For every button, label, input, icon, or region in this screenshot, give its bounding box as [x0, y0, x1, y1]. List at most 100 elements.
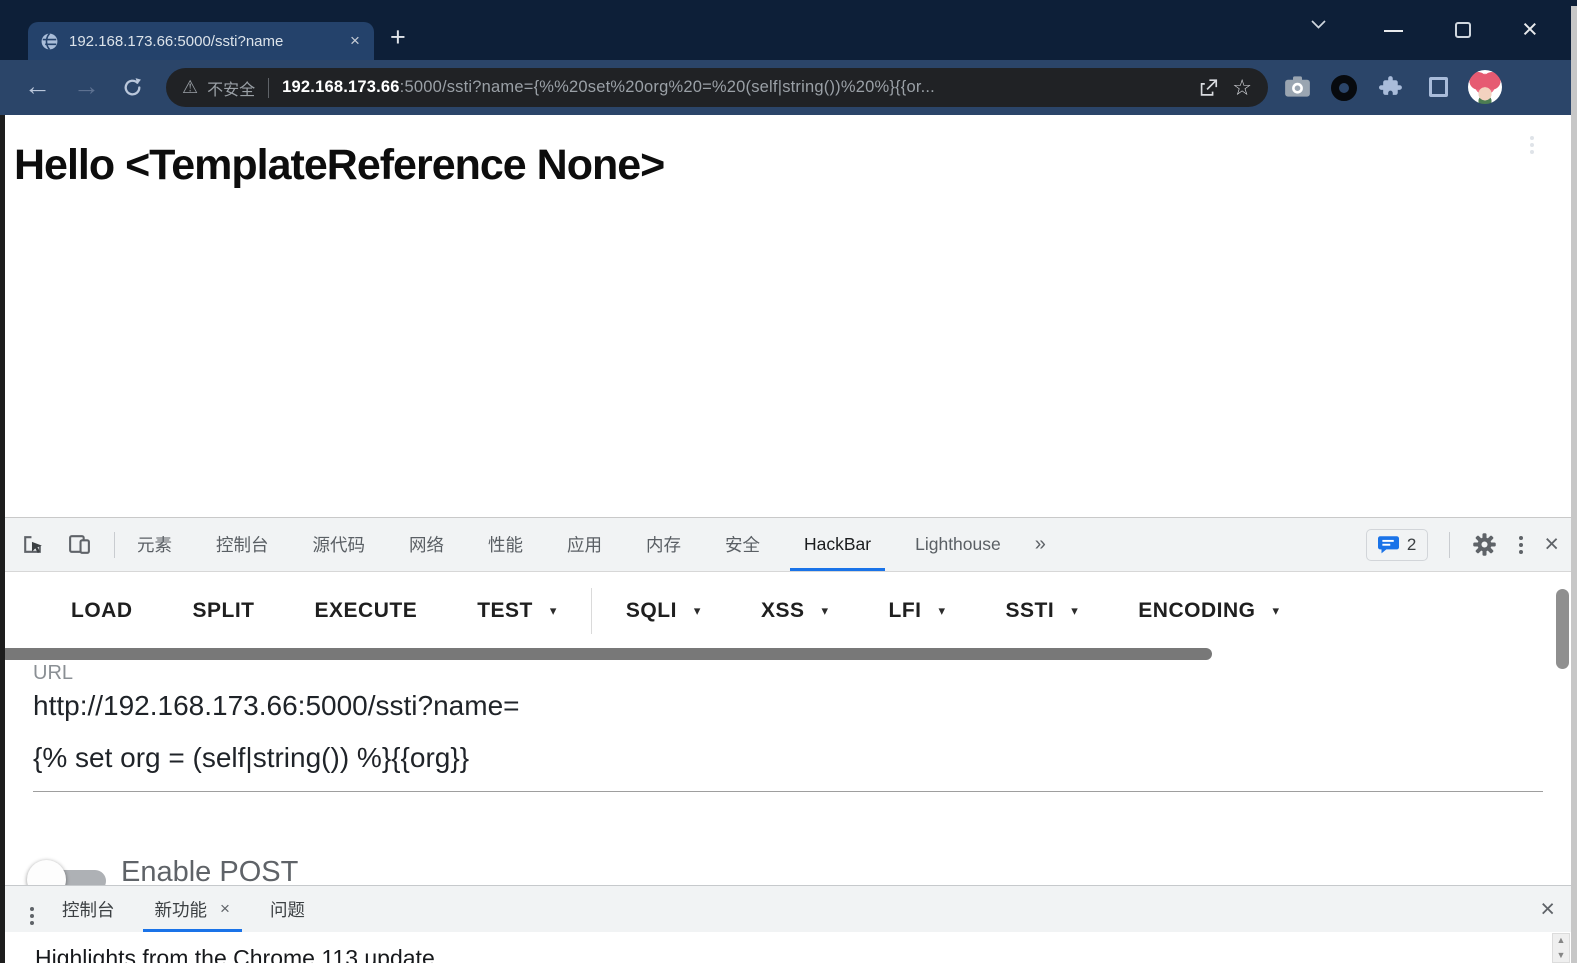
issues-counter-button[interactable]: 2 [1366, 529, 1428, 561]
hackbar-load-button[interactable]: LOAD [41, 573, 163, 648]
horizontal-scrollbar-thumb[interactable] [0, 648, 1212, 660]
chevron-down-icon: ▾ [939, 603, 946, 619]
window-close-button[interactable]: × [1522, 12, 1538, 46]
tab-title: 192.168.173.66:5000/ssti?name [69, 33, 340, 50]
page-heading: Hello <TemplateReference None> [14, 141, 1577, 190]
hackbar-ssti-label: SSTI [1006, 599, 1055, 623]
devtools-drawer-tab-bar: 控制台 新功能 × 问题 × [0, 885, 1577, 932]
devtools-tab-application[interactable]: 应用 [545, 518, 624, 571]
tab-search-chevron-icon[interactable] [1310, 19, 1327, 30]
vertical-scrollbar-thumb[interactable] [1556, 589, 1569, 669]
devtools-close-icon[interactable]: × [1544, 532, 1559, 557]
forward-button[interactable]: → [73, 71, 100, 102]
drawer-tab-whats-new-label: 新功能 [155, 897, 208, 922]
devtools-tab-performance[interactable]: 性能 [466, 518, 545, 571]
drawer-close-icon[interactable]: × [1540, 897, 1555, 922]
hackbar-encoding-dropdown[interactable]: ENCODING ▾ [1108, 573, 1309, 648]
security-label[interactable]: 不安全 [207, 76, 255, 100]
dark-mode-extension-icon[interactable] [1331, 75, 1357, 101]
chevron-down-icon: ▾ [1071, 603, 1078, 619]
back-button[interactable]: ← [24, 71, 51, 102]
background-window-edge-right [1571, 6, 1577, 963]
chevron-down-icon: ▾ [1272, 603, 1279, 619]
drawer-tab-whats-new[interactable]: 新功能 × [135, 886, 250, 932]
hackbar-panel-body: URL http://192.168.173.66:5000/ssti?name… [5, 661, 1571, 885]
window-maximize-button[interactable] [1455, 22, 1471, 38]
globe-favicon-icon [40, 32, 59, 51]
hackbar-test-dropdown[interactable]: TEST ▾ [447, 573, 587, 648]
extensions-puzzle-icon[interactable] [1379, 74, 1404, 99]
scroll-down-icon[interactable]: ▼ [1557, 951, 1566, 960]
web-page-content: Hello <TemplateReference None> [0, 115, 1577, 517]
reload-button[interactable] [121, 76, 144, 99]
new-tab-button[interactable]: + [390, 22, 406, 53]
drawer-menu-kebab-icon[interactable] [30, 907, 34, 911]
address-bar[interactable]: ⚠ 不安全 192.168.173.66:5000/ssti?name={%%2… [166, 68, 1268, 107]
browser-tab[interactable]: 192.168.173.66:5000/ssti?name × [28, 22, 374, 60]
devtools-tab-hackbar[interactable]: HackBar [782, 518, 893, 571]
side-panel-icon[interactable] [1429, 77, 1448, 97]
enable-post-label: Enable POST [121, 856, 298, 885]
window-minimize-button[interactable] [1384, 30, 1403, 32]
scroll-up-icon[interactable]: ▲ [1557, 936, 1566, 945]
devtools-tab-elements[interactable]: 元素 [115, 518, 194, 571]
drawer-scrollbar[interactable]: ▲ ▼ [1552, 933, 1570, 963]
devtools-tab-network[interactable]: 网络 [387, 518, 466, 571]
devtools-tab-security[interactable]: 安全 [703, 518, 782, 571]
devtools-tab-bar: 元素 控制台 源代码 网络 性能 应用 内存 安全 HackBar Lighth… [0, 517, 1577, 572]
whats-new-heading: Highlights from the Chrome 113 update [35, 945, 435, 963]
url-path: :5000/ssti?name={%%20set%20org%20=%20(se… [400, 78, 935, 96]
screenshot-extension-icon[interactable] [1284, 75, 1311, 98]
devtools-menu-kebab-icon[interactable] [1519, 536, 1523, 540]
device-toolbar-icon[interactable] [67, 532, 92, 557]
issues-count: 2 [1407, 535, 1416, 555]
background-window-edge-left [0, 115, 5, 963]
hackbar-sqli-dropdown[interactable]: SQLI ▾ [596, 573, 731, 648]
profile-avatar[interactable] [1468, 70, 1502, 104]
hackbar-execute-button[interactable]: EXECUTE [285, 573, 448, 648]
drawer-tab-issues[interactable]: 问题 [250, 886, 325, 932]
bookmark-star-icon[interactable]: ☆ [1232, 75, 1252, 101]
hackbar-toolbar: LOAD SPLIT EXECUTE TEST ▾ SQLI ▾ XSS ▾ L… [5, 573, 1571, 648]
drawer-tab-console[interactable]: 控制台 [42, 886, 135, 932]
omnibox-separator [268, 78, 269, 98]
inspect-element-icon[interactable] [20, 532, 45, 557]
security-warning-icon: ⚠ [182, 77, 198, 98]
hackbar-lfi-label: LFI [889, 599, 922, 623]
issues-bubble-icon [1378, 536, 1399, 554]
hackbar-sqli-label: SQLI [626, 599, 677, 623]
hackbar-separator [591, 588, 592, 634]
browser-tab-strip: 192.168.173.66:5000/ssti?name × + × [0, 0, 1577, 60]
share-icon[interactable] [1197, 77, 1219, 99]
url-field-label: URL [33, 662, 73, 685]
url-host: 192.168.173.66 [282, 78, 400, 96]
url-field-line1[interactable]: http://192.168.173.66:5000/ssti?name= [33, 690, 520, 722]
chevron-down-icon: ▾ [694, 603, 701, 619]
url-field-line2[interactable]: {% set org = (self|string()) %}{{org}} [33, 742, 469, 774]
drawer-tab-close-icon[interactable]: × [220, 899, 230, 919]
browser-toolbar: ← → ⚠ 不安全 192.168.173.66:5000/ssti?name=… [0, 60, 1577, 115]
devtools-tab-lighthouse[interactable]: Lighthouse [893, 518, 1023, 571]
enable-post-toggle-knob[interactable] [27, 860, 66, 885]
devtools-separator [1449, 532, 1450, 558]
chevron-down-icon: ▾ [550, 603, 557, 619]
devtools-tab-sources[interactable]: 源代码 [291, 518, 388, 571]
devtools-tab-memory[interactable]: 内存 [624, 518, 703, 571]
devtools-settings-gear-icon[interactable] [1471, 531, 1498, 558]
devtools-tab-console[interactable]: 控制台 [194, 518, 291, 571]
browser-window: 192.168.173.66:5000/ssti?name × + × ← → … [0, 0, 1577, 963]
drawer-content: Highlights from the Chrome 113 update [5, 932, 1552, 963]
url-text[interactable]: 192.168.173.66:5000/ssti?name={%%20set%2… [282, 78, 1188, 97]
hackbar-ssti-dropdown[interactable]: SSTI ▾ [976, 573, 1109, 648]
hackbar-xss-dropdown[interactable]: XSS ▾ [731, 573, 859, 648]
hackbar-encoding-label: ENCODING [1138, 599, 1255, 623]
hackbar-test-label: TEST [477, 599, 533, 623]
tab-close-icon[interactable]: × [344, 31, 366, 51]
browser-menu-kebab-icon[interactable] [1530, 136, 1534, 140]
devtools-more-tabs-icon[interactable]: » [1023, 533, 1058, 556]
chevron-down-icon: ▾ [821, 603, 828, 619]
hackbar-split-button[interactable]: SPLIT [163, 573, 285, 648]
hackbar-xss-label: XSS [761, 599, 805, 623]
url-field-underline [33, 791, 1543, 792]
hackbar-lfi-dropdown[interactable]: LFI ▾ [859, 573, 976, 648]
